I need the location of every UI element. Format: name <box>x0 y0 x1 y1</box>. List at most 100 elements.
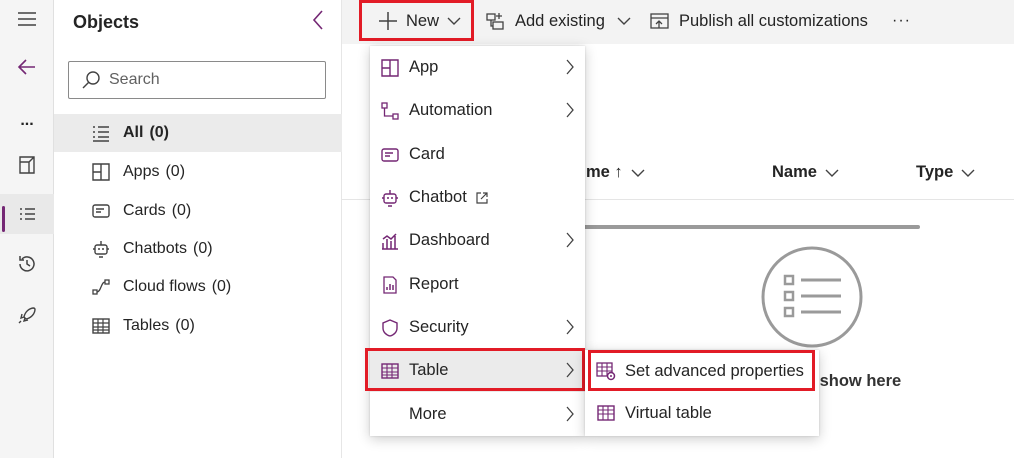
menu-item-label: More <box>409 405 447 423</box>
search-icon <box>82 71 100 89</box>
chevron-down-icon <box>825 169 839 177</box>
submenu-item-virtual-table[interactable]: Virtual table <box>585 392 819 434</box>
menu-item-label: Security <box>409 318 469 336</box>
objects-item-label: All <box>123 124 144 141</box>
menu-item-security[interactable]: Security <box>370 306 585 349</box>
menu-item-label: Automation <box>409 101 493 119</box>
objects-icon <box>20 208 35 220</box>
add-existing-label: Add existing <box>515 11 605 30</box>
new-button-highlight <box>359 0 474 41</box>
publish-label: Publish all customizations <box>679 11 868 30</box>
deploy-button[interactable] <box>0 296 54 334</box>
column-header-label: Name <box>772 163 817 181</box>
objects-item-apps[interactable]: Apps (0) <box>54 153 342 191</box>
external-link-icon <box>476 191 488 204</box>
objects-item-cards[interactable]: Cards (0) <box>54 192 342 230</box>
objects-item-all[interactable]: All (0) <box>54 114 342 152</box>
publish-all-button[interactable]: Publish all customizations <box>649 0 868 42</box>
column-header-type[interactable]: Type <box>916 163 975 182</box>
left-rail: ... <box>0 0 54 458</box>
objects-item-count: (0) <box>149 124 170 141</box>
more-icon: ... <box>20 112 34 129</box>
card-icon <box>380 145 400 165</box>
more-commands-button[interactable]: ··· <box>892 0 911 42</box>
chevron-left-icon <box>312 10 323 30</box>
empty-list-icon <box>761 246 863 348</box>
objects-panel: Objects All (0) Apps (0) Cards (0) Chatb… <box>54 0 342 458</box>
objects-item-count: (0) <box>211 278 232 295</box>
back-button[interactable] <box>0 48 54 86</box>
add-existing-button[interactable]: Add existing <box>485 0 639 42</box>
search-input[interactable] <box>109 71 309 89</box>
menu-item-label: Card <box>409 145 445 163</box>
chevron-down-icon <box>617 17 631 25</box>
hamburger-icon <box>18 12 36 26</box>
history-icon <box>19 256 35 272</box>
menu-item-automation[interactable]: Automation <box>370 89 585 132</box>
automation-icon <box>380 101 400 121</box>
search-box[interactable] <box>68 61 326 99</box>
menu-item-app[interactable]: App <box>370 46 585 89</box>
chevron-right-icon <box>566 102 574 118</box>
dashboard-icon <box>380 231 400 251</box>
chevron-down-icon <box>631 169 645 177</box>
objects-item-count: (0) <box>165 163 186 180</box>
table-menu-item-highlight <box>365 348 585 391</box>
menu-item-label: Chatbot <box>409 188 467 206</box>
list-icon <box>91 123 111 143</box>
more-icon: ··· <box>892 12 911 29</box>
objects-item-tables[interactable]: Tables (0) <box>54 307 342 345</box>
add-existing-icon <box>486 13 504 30</box>
table-icon <box>91 316 111 336</box>
history-button[interactable] <box>0 245 54 283</box>
column-header-display-name[interactable]: me ↑ <box>586 163 645 182</box>
chevron-right-icon <box>566 406 574 422</box>
objects-item-label: Apps <box>123 163 160 180</box>
card-icon <box>91 201 111 221</box>
app-icon <box>380 58 400 78</box>
objects-item-count: (0) <box>171 202 192 219</box>
overview-button[interactable] <box>0 146 54 184</box>
overview-icon <box>19 156 35 174</box>
publish-icon <box>650 13 669 29</box>
menu-item-chatbot[interactable]: Chatbot <box>370 176 585 219</box>
set-advanced-properties-highlight <box>588 350 815 391</box>
apps-icon <box>91 162 111 182</box>
column-header-label: Type <box>916 163 954 181</box>
column-header-name[interactable]: Name <box>772 163 839 182</box>
collapse-panel-button[interactable] <box>306 8 330 32</box>
objects-item-cloud-flows[interactable]: Cloud flows (0) <box>54 268 342 306</box>
objects-item-label: Tables <box>123 317 170 334</box>
rocket-icon <box>18 307 36 324</box>
objects-item-label: Cards <box>123 202 166 219</box>
menu-item-label: Report <box>409 275 459 293</box>
loading-bar <box>560 225 920 229</box>
menu-item-report[interactable]: Report <box>370 263 585 306</box>
objects-item-count: (0) <box>175 317 195 334</box>
objects-title: Objects <box>73 12 140 32</box>
chatbot-icon <box>91 239 111 259</box>
menu-item-label: Dashboard <box>409 231 490 249</box>
virtual-table-icon <box>596 403 616 423</box>
menu-item-dashboard[interactable]: Dashboard <box>370 219 585 262</box>
objects-button[interactable] <box>0 194 54 234</box>
chatbot-icon <box>380 188 400 208</box>
chevron-right-icon <box>566 59 574 75</box>
menu-item-more[interactable]: More <box>370 393 585 436</box>
objects-item-label: Cloud flows <box>123 278 206 295</box>
shield-icon <box>380 318 400 338</box>
report-icon <box>380 275 400 295</box>
hamburger-menu-button[interactable] <box>0 0 54 38</box>
menu-item-card[interactable]: Card <box>370 133 585 176</box>
chevron-down-icon <box>961 169 975 177</box>
objects-item-label: Chatbots <box>123 240 188 257</box>
column-header-label: me ↑ <box>586 163 623 181</box>
back-arrow-icon <box>17 59 35 75</box>
objects-item-chatbots[interactable]: Chatbots (0) <box>54 230 342 268</box>
chevron-right-icon <box>566 319 574 335</box>
menu-item-label: App <box>409 58 439 76</box>
flow-icon <box>91 277 111 297</box>
submenu-item-label: Virtual table <box>625 403 712 422</box>
rail-more-button[interactable]: ... <box>0 102 54 140</box>
objects-item-count: (0) <box>193 240 213 257</box>
